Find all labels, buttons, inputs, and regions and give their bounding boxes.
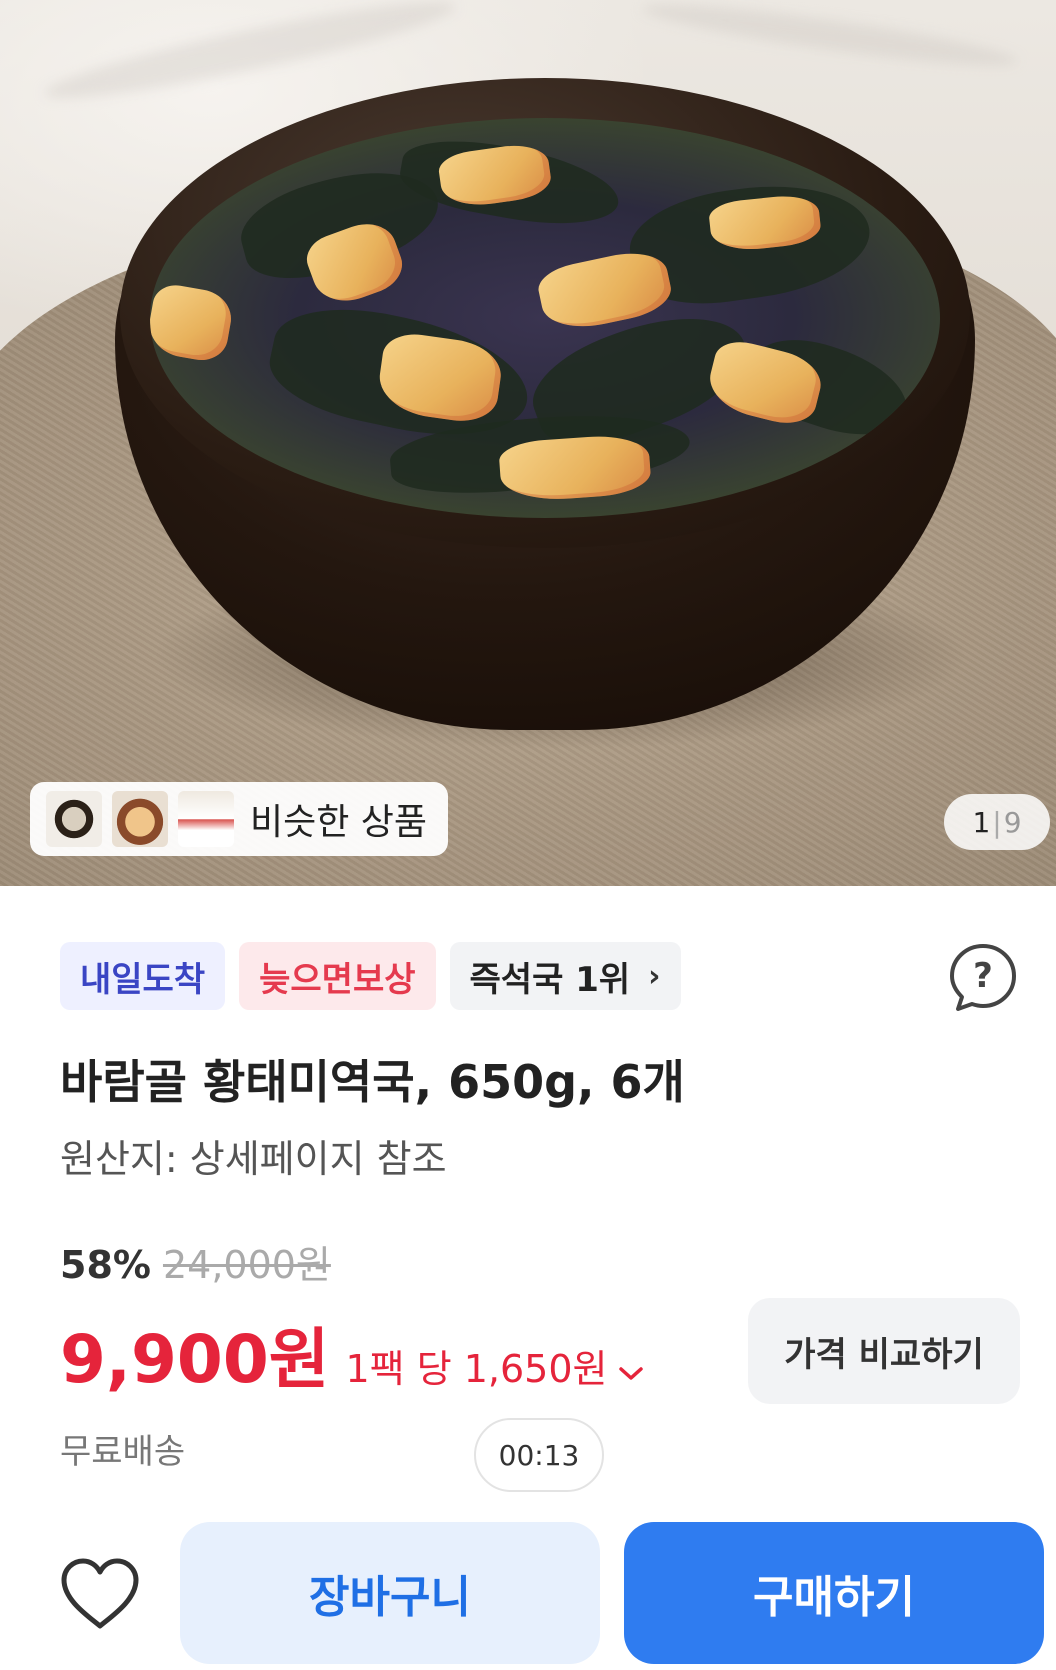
page-current: 1 <box>972 805 991 839</box>
similar-product-thumbnail <box>178 791 234 847</box>
page-separator: | <box>992 805 1002 839</box>
similar-product-thumbnail <box>112 791 168 847</box>
pollack-piece <box>150 281 236 365</box>
discount-row: 58% 24,000원 <box>60 1234 331 1289</box>
discount-rate: 58% <box>60 1243 151 1287</box>
chevron-down-icon <box>618 1355 644 1390</box>
pollack-piece <box>498 432 652 504</box>
similar-products-label: 비슷한 상품 <box>250 802 428 843</box>
question-bubble-icon[interactable]: ? <box>946 940 1020 1014</box>
marble-texture <box>639 0 1021 77</box>
unit-price: 1팩 당 1,650원 <box>345 1347 608 1391</box>
buy-now-button[interactable]: 구매하기 <box>624 1522 1044 1664</box>
badge-category-rank[interactable]: 즉석국 1위 › <box>449 942 681 1010</box>
original-price: 24,000원 <box>162 1243 331 1287</box>
chevron-right-icon: › <box>648 958 661 994</box>
sale-price: 9,900원 <box>60 1321 330 1398</box>
soup-broth <box>150 118 940 518</box>
similar-products-button[interactable]: 비슷한 상품 <box>30 782 448 856</box>
unit-price-toggle[interactable]: 1팩 당 1,650원 <box>345 1338 643 1393</box>
product-title: 바람골 황태미역국, 650g, 6개 <box>60 1055 685 1109</box>
svg-text:?: ? <box>973 956 993 996</box>
badge-tomorrow-delivery: 내일도착 <box>60 942 226 1010</box>
similar-product-thumbnail <box>46 791 102 847</box>
badge-row: 내일도착 늦으면보상 즉석국 1위 › <box>60 942 681 1010</box>
product-origin: 원산지: 상세페이지 참조 <box>60 1137 447 1181</box>
timer-badge: 00:13 <box>474 1418 604 1492</box>
page-total: 9 <box>1003 805 1022 839</box>
wishlist-button[interactable] <box>56 1552 144 1636</box>
price-row: 9,900원 1팩 당 1,650원 <box>60 1306 644 1402</box>
price-compare-button[interactable]: 가격 비교하기 <box>748 1298 1020 1404</box>
image-page-counter: 1 | 9 <box>944 794 1050 850</box>
product-image-gallery[interactable]: 비슷한 상품 1 | 9 <box>0 0 1056 886</box>
add-to-cart-button[interactable]: 장바구니 <box>180 1522 600 1664</box>
badge-late-compensation: 늦으면보상 <box>239 942 436 1010</box>
heart-outline-icon <box>61 1558 139 1629</box>
shipping-info: 무료배송 <box>60 1432 186 1472</box>
rank-label: 즉석국 1위 <box>469 959 631 1000</box>
